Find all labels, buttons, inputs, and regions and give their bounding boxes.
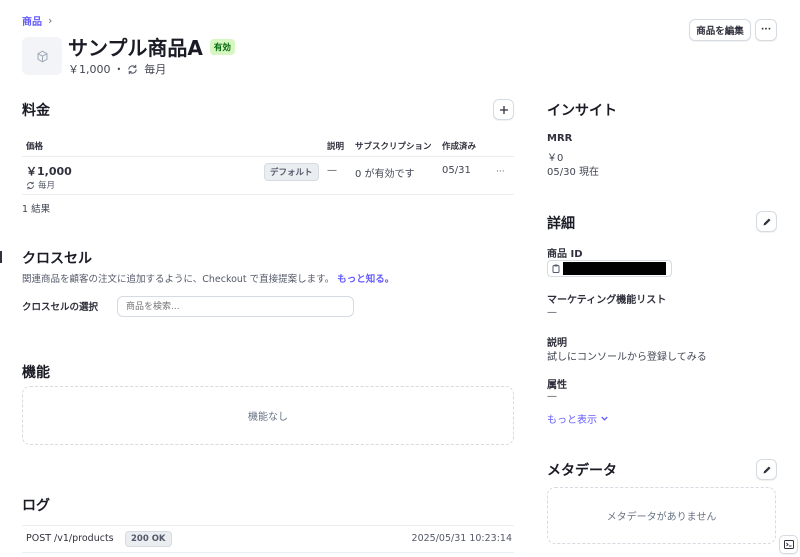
price-description: —	[327, 165, 337, 176]
pencil-icon	[762, 465, 772, 475]
edit-product-button[interactable]: 商品を編集	[689, 19, 751, 41]
description-label: 説明	[547, 338, 567, 349]
crosssell-learn-more-link[interactable]: もっと知る。	[337, 274, 394, 285]
mrr-as-of: 05/30 現在	[547, 167, 599, 178]
box-icon	[36, 50, 49, 63]
result-count: 1 結果	[22, 204, 51, 215]
breadcrumb-separator: ›	[48, 14, 53, 27]
clipboard-icon	[552, 264, 560, 273]
marketing-features-value: —	[547, 307, 557, 318]
product-id-redacted	[563, 262, 666, 275]
pencil-icon	[762, 217, 772, 227]
insights-title: インサイト	[547, 103, 617, 119]
price-interval-label: 毎月	[38, 181, 56, 191]
logs-title: ログ	[22, 498, 50, 514]
plus-icon	[499, 105, 509, 115]
price-amount: ￥1,000	[26, 165, 72, 178]
product-id-label: 商品 ID	[547, 249, 583, 260]
features-title: 機能	[22, 365, 50, 381]
price-created: 05/31	[442, 165, 471, 176]
show-more-link[interactable]: もっと表示	[547, 411, 609, 426]
product-price-summary: ￥1,000 • 毎月	[68, 61, 166, 77]
log-entry[interactable]: POST /v1/products 200 OK 2025/05/31 10:2…	[22, 526, 514, 552]
product-title-row: サンプル商品A 有効	[68, 32, 235, 61]
table-row-divider	[22, 194, 514, 195]
breadcrumb: 商品 ›	[22, 13, 52, 28]
more-actions-button[interactable]: ···	[755, 19, 777, 41]
developer-shell-button[interactable]	[779, 535, 798, 554]
product-price: ￥1,000	[68, 63, 111, 76]
column-header-created: 作成済み	[442, 142, 477, 152]
log-timestamp: 2025/05/31 10:23:14	[411, 533, 512, 544]
row-more-button[interactable]: ···	[496, 167, 505, 177]
description-value: 試しにコンソールから登録してみる	[547, 352, 707, 363]
details-title: 詳細	[547, 216, 575, 232]
pricing-title: 料金	[22, 103, 50, 119]
log-status-badge: 200 OK	[125, 531, 172, 547]
product-image-placeholder	[22, 37, 62, 75]
mrr-value: ￥0	[547, 153, 564, 164]
features-empty-state: 機能なし	[22, 386, 514, 445]
attributes-value: —	[547, 391, 557, 402]
edit-details-button[interactable]	[756, 211, 777, 232]
attributes-label: 属性	[547, 380, 567, 391]
marketing-features-label: マーケティング機能リスト	[547, 295, 667, 306]
chevron-down-icon	[600, 414, 609, 423]
metadata-empty-text: メタデータがありません	[606, 512, 717, 523]
terminal-icon	[783, 540, 794, 549]
recurring-icon	[127, 64, 138, 75]
product-interval: 毎月	[144, 63, 167, 76]
column-header-subscriptions: サブスクリプション	[355, 142, 432, 152]
product-name: サンプル商品A	[68, 36, 203, 60]
crosssell-title: クロスセル	[22, 251, 92, 267]
status-badge: 有効	[209, 38, 235, 55]
show-more-label: もっと表示	[547, 415, 597, 426]
metadata-empty-state: メタデータがありません	[547, 487, 776, 544]
metadata-title: メタデータ	[547, 463, 617, 479]
logs-bottom-divider	[22, 552, 514, 553]
price-interval: 毎月	[26, 179, 55, 191]
breadcrumb-products-link[interactable]: 商品	[22, 13, 42, 28]
dot-separator: •	[116, 64, 122, 74]
crosssell-search-input[interactable]	[117, 296, 354, 317]
log-request: POST /v1/products	[26, 533, 114, 544]
edit-metadata-button[interactable]	[756, 459, 777, 480]
product-id-copy-field[interactable]	[547, 260, 672, 277]
mrr-label: MRR	[547, 133, 573, 144]
default-badge: デフォルト	[264, 163, 319, 181]
column-header-description: 説明	[327, 142, 345, 152]
crosssell-description-row: 関連商品を顧客の注文に追加するように、Checkout で直接提案します。 もっ…	[22, 271, 394, 285]
column-header-price: 価格	[26, 142, 44, 152]
price-subscriptions: 0 が有効です	[355, 169, 415, 180]
features-empty-text: 機能なし	[248, 412, 288, 423]
table-row[interactable]: ￥1,000 毎月 デフォルト — 0 が有効です 05/31 ···	[22, 157, 514, 194]
recurring-icon	[26, 181, 35, 190]
left-edge-marker	[0, 251, 2, 263]
crosssell-description: 関連商品を顧客の注文に追加するように、Checkout で直接提案します。	[22, 274, 335, 285]
add-price-button[interactable]	[493, 99, 514, 120]
crosssell-select-label: クロスセルの選択	[22, 302, 99, 313]
